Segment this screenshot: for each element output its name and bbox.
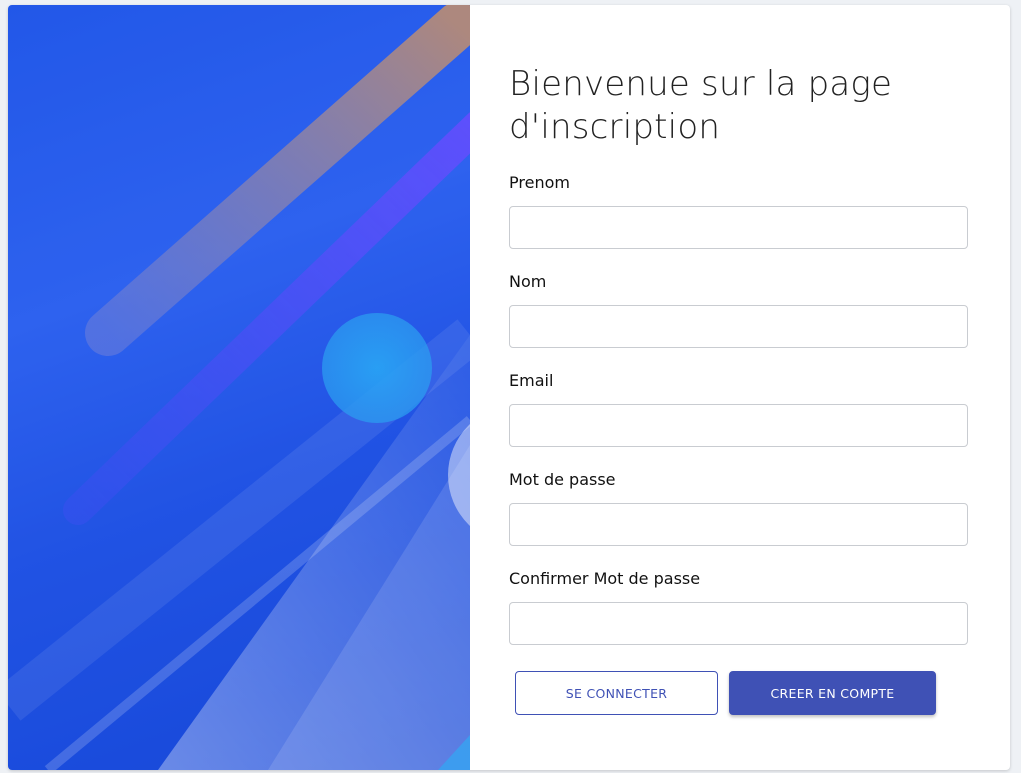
hero-background-graphic xyxy=(8,5,470,770)
lastname-input[interactable] xyxy=(509,305,968,348)
email-input[interactable] xyxy=(509,404,968,447)
firstname-input[interactable] xyxy=(509,206,968,249)
hero-illustration xyxy=(8,5,470,770)
confirm-password-input[interactable] xyxy=(509,602,968,645)
create-account-button[interactable]: CREER EN COMPTE xyxy=(729,671,936,715)
password-label: Mot de passe xyxy=(509,470,616,489)
password-input[interactable] xyxy=(509,503,968,546)
signup-card: Bienvenue sur la page d'inscription Pren… xyxy=(8,5,1010,770)
page-title: Bienvenue sur la page d'inscription xyxy=(509,64,893,147)
email-label: Email xyxy=(509,371,554,390)
lastname-label: Nom xyxy=(509,272,547,291)
signup-form: Bienvenue sur la page d'inscription Pren… xyxy=(470,5,1010,770)
firstname-label: Prenom xyxy=(509,173,570,192)
login-button[interactable]: SE CONNECTER xyxy=(515,671,718,715)
confirm-password-label: Confirmer Mot de passe xyxy=(509,569,701,588)
